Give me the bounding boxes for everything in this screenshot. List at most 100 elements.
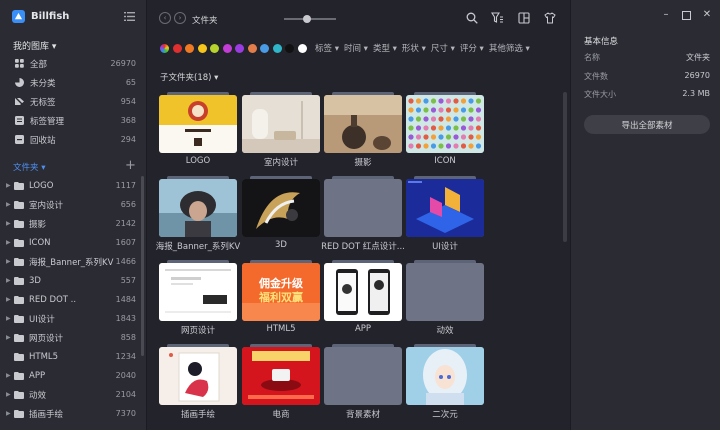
folder-thumbnail[interactable] (242, 95, 320, 153)
sidebar-item-untagged[interactable]: 无标签 954 (0, 92, 140, 111)
content-scrollbar[interactable] (563, 92, 567, 242)
folder-thumbnail[interactable] (159, 179, 237, 237)
folder-card[interactable]: ICON (406, 92, 484, 166)
expand-arrow-icon[interactable]: ▶ (6, 201, 14, 208)
folder-thumbnail[interactable] (324, 95, 402, 153)
folder-thumbnail[interactable] (406, 95, 484, 153)
filter-dropdown[interactable]: 标签 ▾ (315, 42, 339, 54)
filter-dropdown[interactable]: 尺寸 ▾ (431, 42, 455, 54)
folder-thumbnail[interactable] (324, 179, 402, 237)
folder-card[interactable]: 电商 (242, 344, 320, 420)
folder-thumbnail[interactable] (242, 347, 320, 405)
expand-arrow-icon[interactable]: ▶ (6, 258, 14, 265)
folder-card[interactable]: 3D (242, 176, 320, 250)
folder-item[interactable]: ▶ 摄影 2142 (0, 214, 140, 233)
color-swatch[interactable] (260, 43, 269, 53)
folder-item[interactable]: ▶ ICON 1607 (0, 233, 140, 252)
folder-card[interactable]: 海报_Banner_系列KV (156, 176, 240, 252)
folder-thumbnail[interactable]: 佣金升级 福利双赢 (242, 263, 320, 321)
folder-card[interactable]: 二次元 (406, 344, 484, 420)
folder-thumbnail[interactable] (406, 263, 484, 321)
filter-dropdown[interactable]: 类型 ▾ (373, 42, 397, 54)
folder-card[interactable]: UI设计 (406, 176, 484, 252)
sidebar-scrollbar[interactable] (141, 176, 144, 356)
slider-knob[interactable] (303, 15, 312, 23)
color-swatch[interactable] (172, 43, 182, 53)
expand-arrow-icon[interactable]: ▶ (6, 277, 14, 284)
sidebar-item-all[interactable]: 全部 26970 (0, 54, 140, 73)
folder-thumbnail[interactable] (159, 263, 237, 321)
folder-item[interactable]: ▶ 室内设计 656 (0, 195, 140, 214)
folder-card[interactable]: 插画手绘 (159, 344, 237, 420)
folder-item[interactable]: ▶ 网页设计 858 (0, 328, 140, 347)
folder-card[interactable]: RED DOT 红点设计... (321, 176, 405, 252)
folder-thumbnail[interactable] (406, 347, 484, 405)
folder-card[interactable]: 室内设计 (242, 92, 320, 168)
color-swatch[interactable] (197, 43, 207, 53)
sidebar-item-uncategorized[interactable]: 未分类 65 (0, 73, 140, 92)
color-swatch[interactable] (297, 43, 307, 53)
color-swatch[interactable] (247, 43, 257, 53)
library-selector[interactable]: 我的图库 ▾ (13, 39, 56, 52)
color-swatch[interactable] (222, 43, 232, 53)
folder-card[interactable]: 佣金升级 福利双赢 HTML5 (242, 260, 320, 334)
filter-dropdown[interactable]: 形状 ▾ (402, 42, 426, 54)
folder-item[interactable]: ▶ 3D 557 (0, 271, 140, 290)
color-swatch[interactable] (285, 43, 294, 53)
folder-thumbnail[interactable] (159, 95, 237, 153)
expand-arrow-icon[interactable]: ▶ (6, 182, 14, 189)
layout-icon[interactable] (518, 12, 530, 24)
color-swatch[interactable] (235, 43, 244, 53)
expand-arrow-icon[interactable]: ▶ (6, 410, 14, 417)
folder-thumbnail[interactable] (406, 179, 484, 237)
expand-arrow-icon[interactable]: ▶ (6, 296, 14, 303)
color-swatch[interactable] (272, 43, 282, 53)
color-swatch[interactable] (185, 43, 194, 53)
folder-item[interactable]: ▶ 动效 2104 (0, 385, 140, 404)
back-button[interactable]: ‹ (159, 12, 171, 24)
filter-dropdown[interactable]: 评分 ▾ (460, 42, 484, 54)
sidebar-item-tag-manage[interactable]: 标签管理 368 (0, 111, 140, 130)
folder-thumbnail[interactable] (324, 347, 402, 405)
close-icon[interactable]: ✕ (701, 9, 713, 21)
folder-card[interactable]: APP (324, 260, 402, 334)
forward-button[interactable]: › (174, 12, 186, 24)
folder-item[interactable]: ▶ RED DOT .. 1484 (0, 290, 140, 309)
folder-card[interactable]: 摄影 (324, 92, 402, 168)
folder-thumbnail[interactable] (324, 263, 402, 321)
folder-thumbnail[interactable] (242, 179, 320, 237)
expand-arrow-icon[interactable]: ▶ (6, 239, 14, 246)
expand-arrow-icon[interactable]: ▶ (6, 220, 14, 227)
search-icon[interactable] (466, 12, 478, 24)
folder-item[interactable]: ▶ 海报_Banner_系列KV 1466 (0, 252, 140, 271)
color-swatch[interactable] (210, 43, 219, 53)
folder-item[interactable]: ▶ LOGO 1117 (0, 176, 140, 195)
sidebar-item-trash[interactable]: 回收站 294 (0, 130, 140, 149)
expand-arrow-icon[interactable]: ▶ (6, 315, 14, 322)
folder-item[interactable]: ▶ UI设计 1843 (0, 309, 140, 328)
folder-card[interactable]: 动效 (406, 260, 484, 336)
expand-arrow-icon[interactable]: ▶ (6, 372, 14, 379)
color-wheel-icon[interactable] (160, 43, 169, 53)
minimize-icon[interactable]: – (660, 9, 672, 21)
filter-dropdown[interactable]: 时间 ▾ (344, 42, 368, 54)
filter-dropdown[interactable]: 其他筛选 ▾ (489, 42, 530, 54)
folder-item[interactable]: ▶ 插画手绘 7370 (0, 404, 140, 423)
subfolder-title[interactable]: 子文件夹(18) ▾ (160, 71, 218, 83)
theme-shirt-icon[interactable] (544, 12, 556, 24)
folder-card[interactable]: 背景素材 (324, 344, 402, 420)
folder-thumbnail[interactable] (159, 347, 237, 405)
expand-arrow-icon[interactable]: ▶ (6, 334, 14, 341)
add-folder-icon[interactable]: + (125, 158, 136, 173)
menu-icon[interactable] (124, 12, 135, 23)
filter-icon[interactable] (491, 12, 503, 24)
folder-item[interactable]: HTML5 1234 (0, 347, 140, 366)
thumbnail-size-slider[interactable] (284, 15, 336, 23)
expand-arrow-icon[interactable]: ▶ (6, 391, 14, 398)
folders-header[interactable]: 文件夹 ▾ (13, 161, 45, 173)
maximize-icon[interactable] (680, 9, 692, 21)
folder-card[interactable]: LOGO (159, 92, 237, 166)
folder-item[interactable]: ▶ APP 2040 (0, 366, 140, 385)
export-all-button[interactable]: 导出全部素材 (584, 115, 710, 134)
folder-card[interactable]: 网页设计 (159, 260, 237, 336)
